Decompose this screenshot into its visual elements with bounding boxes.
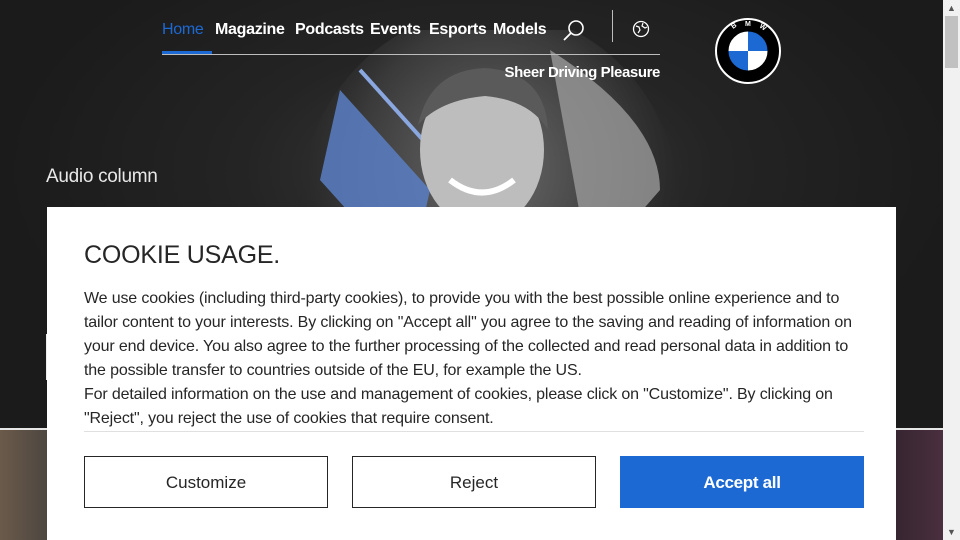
- svg-text:M: M: [745, 21, 751, 28]
- nav-active-indicator: [162, 51, 212, 54]
- scroll-thumb[interactable]: [945, 16, 958, 68]
- nav-item-models[interactable]: Models: [493, 21, 547, 39]
- cookie-title: COOKIE USAGE.: [84, 241, 281, 269]
- bmw-logo[interactable]: B M W: [715, 18, 781, 84]
- page-scrollbar[interactable]: ▲ ▼: [943, 0, 960, 540]
- reject-button[interactable]: Reject: [352, 456, 596, 508]
- page: Home Magazine Podcasts Events Esports Mo…: [0, 0, 943, 540]
- scroll-down-arrow-icon[interactable]: ▼: [943, 524, 960, 540]
- brand-tagline: Sheer Driving Pleasure: [504, 64, 661, 81]
- nav-item-events[interactable]: Events: [370, 21, 421, 39]
- hero-eyebrow: Audio column: [46, 166, 158, 187]
- cookie-consent-dialog: COOKIE USAGE. We use cookies (including …: [47, 207, 896, 540]
- main-navigation: Home Magazine Podcasts Events Esports Mo…: [162, 10, 660, 55]
- nav-item-magazine[interactable]: Magazine: [215, 21, 285, 39]
- customize-button[interactable]: Customize: [84, 456, 328, 508]
- nav-item-home[interactable]: Home: [162, 21, 204, 39]
- cookie-divider: [84, 431, 864, 432]
- search-icon[interactable]: [562, 18, 586, 42]
- cookie-paragraph: We use cookies (including third-party co…: [84, 290, 852, 379]
- nav-item-podcasts[interactable]: Podcasts: [295, 21, 364, 39]
- nav-item-esports[interactable]: Esports: [429, 21, 487, 39]
- accept-all-button[interactable]: Accept all: [620, 456, 864, 508]
- scroll-up-arrow-icon[interactable]: ▲: [943, 0, 960, 16]
- nav-separator: [612, 10, 613, 42]
- cookie-paragraph-details: For detailed information on the use and …: [84, 386, 833, 427]
- globe-icon[interactable]: [632, 20, 650, 38]
- cookie-description: We use cookies (including third-party co…: [84, 287, 874, 431]
